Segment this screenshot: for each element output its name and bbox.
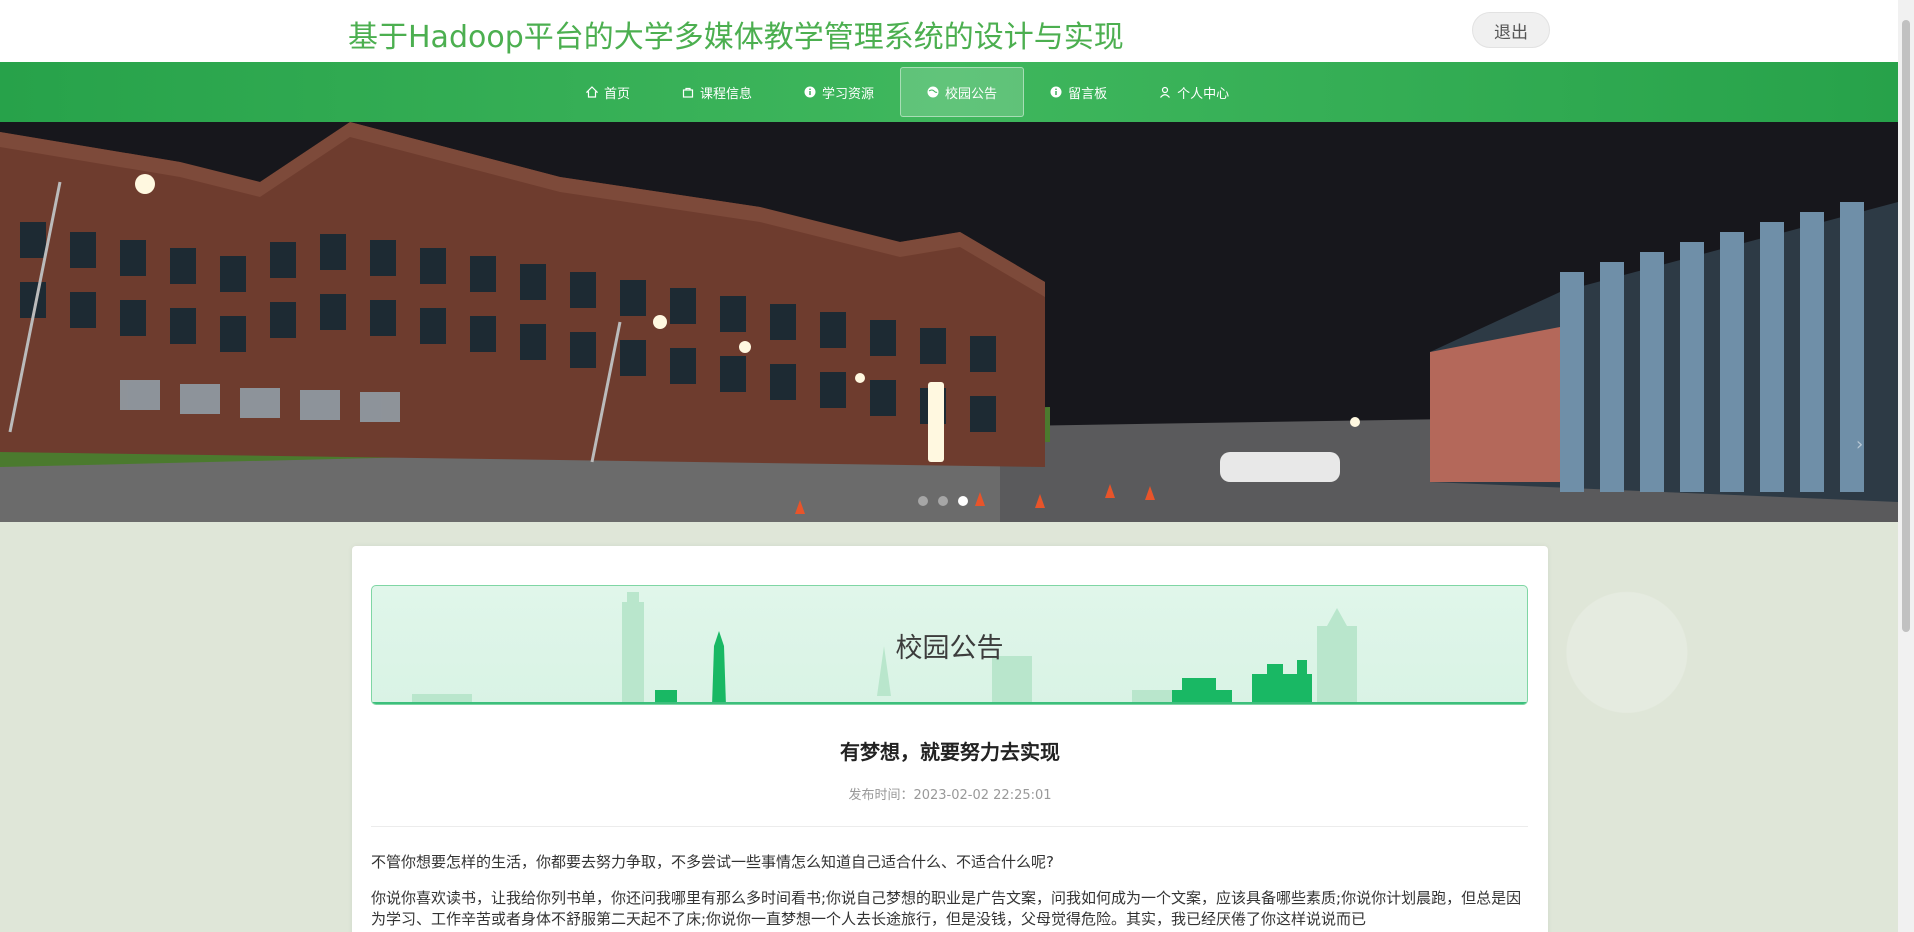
globe-icon [927,86,939,98]
nav-item-label: 留言板 [1068,86,1108,102]
article-paragraph: 你说你喜欢读书，让我给你列书单，你还问我哪里有那么多时间看书;你说自己梦想的职业… [371,889,1522,928]
nav-items: 首页 课程信息 学习资源 校园公告 留言板 个人中心 [560,67,1255,117]
top-header: 基于Hadoop平台的大学多媒体教学管理系统的设计与实现 退出 [0,0,1898,62]
scrollbar-thumb[interactable] [1902,20,1910,632]
section-title: 校园公告 [895,633,1004,664]
main-navigation: 首页 课程信息 学习资源 校园公告 留言板 个人中心 [0,62,1898,122]
article-title: 有梦想，就要努力去实现 [840,740,1060,764]
nav-item-home[interactable]: 首页 [560,67,656,117]
nav-item-courses[interactable]: 课程信息 [656,67,778,117]
info-circle-icon [1050,86,1062,98]
nav-item-label: 学习资源 [822,86,875,102]
logout-button[interactable]: 退出 [1472,12,1550,48]
nav-item-profile[interactable]: 个人中心 [1133,67,1255,117]
publish-time: 发布时间：2023-02-02 22:25:01 [352,784,1548,803]
notice-detail-card: 校园公告 有梦想，就要努力去实现 发布时间：2023-02-02 22:25:0… [352,546,1548,932]
publish-time-value: 2023-02-02 22:25:01 [913,788,1052,803]
site-title: 基于Hadoop平台的大学多媒体教学管理系统的设计与实现 [348,20,1124,55]
banner-carousel[interactable]: › [0,122,1898,522]
nav-item-resources[interactable]: 学习资源 [778,67,900,117]
page: 基于Hadoop平台的大学多媒体教学管理系统的设计与实现 退出 首页 课程信息 [0,0,1914,932]
carousel-dots [918,496,968,506]
carousel-dot[interactable] [938,496,948,506]
nav-item-label: 个人中心 [1177,86,1230,102]
nav-item-message-board[interactable]: 留言板 [1024,67,1133,117]
nav-item-notices[interactable]: 校园公告 [900,67,1025,117]
nav-item-label: 首页 [604,86,631,102]
divider [371,826,1528,827]
user-icon [1159,86,1171,98]
home-icon [586,86,598,98]
article-paragraph: 不管你想要怎样的生活，你都要去努力争取，不多尝试一些事情怎么知道自己适合什么、不… [371,853,1054,871]
publish-label: 发布时间： [848,788,914,803]
carousel-next-icon[interactable]: › [1856,434,1863,455]
info-circle-icon [804,86,816,98]
nav-item-label: 课程信息 [700,86,753,102]
banner-image [0,122,1898,522]
section-header-banner: 校园公告 [371,585,1528,705]
carousel-dot-active[interactable] [958,496,968,506]
carousel-dot[interactable] [918,496,928,506]
bag-icon [682,86,694,98]
nav-item-label: 校园公告 [945,86,998,102]
